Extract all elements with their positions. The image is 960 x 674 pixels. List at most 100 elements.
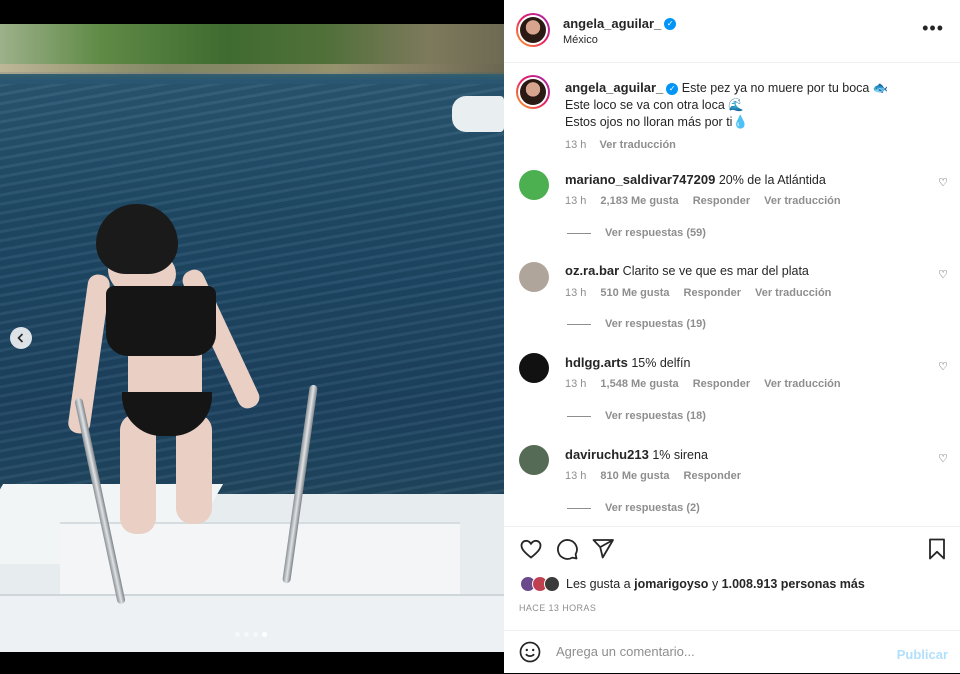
avatar-ring-inner [518,15,548,45]
caption-time[interactable]: 13 h [565,139,586,151]
view-replies-label: Ver respuestas (19) [605,318,706,330]
caption-avatar[interactable] [516,75,550,109]
caption-meta: 13 h Ver traducción [565,137,925,154]
view-replies-label: Ver respuestas (18) [605,410,706,422]
publish-button[interactable]: Publicar [897,647,948,662]
post-header: angela_aguilar_ ✓ México ••• [504,0,960,63]
translate-button[interactable]: Ver traducción [764,195,840,207]
comment-username[interactable]: oz.ra.bar [565,263,619,278]
carousel-dots [235,632,267,637]
translate-button[interactable]: Ver traducción [755,287,831,299]
hair [96,204,178,274]
comment-like-heart-icon[interactable]: ♡ [938,176,948,189]
header-avatar[interactable] [516,13,550,47]
comment-avatar[interactable] [519,353,549,383]
likes-count[interactable]: 1.008.913 personas más [722,577,865,591]
likes-prefix: Les gusta a [566,577,631,591]
more-options-icon[interactable]: ••• [922,18,944,39]
view-replies-button[interactable]: Ver respuestas (59) [567,227,706,239]
comment-time[interactable]: 13 h [565,195,586,207]
comment-likes[interactable]: 810 Me gusta [600,470,669,482]
view-replies-label: Ver respuestas (2) [605,502,700,514]
comment-meta: 13 h 810 Me gusta Responder [565,470,755,482]
post-actions: Les gusta a jomarigoyso y 1.008.913 pers… [504,526,960,631]
comment-bubble-icon[interactable] [555,537,579,567]
post-modal: angela_aguilar_ ✓ México ••• angela_aguil… [0,0,960,673]
caption-username[interactable]: angela_aguilar_ [565,80,663,95]
comment-text: oz.ra.bar Clarito se ve que es mar del p… [565,263,809,278]
comment-username[interactable]: hdlgg.arts [565,355,628,370]
comment-like-heart-icon[interactable]: ♡ [938,360,948,373]
carousel-dot [235,632,240,637]
comment-time[interactable]: 13 h [565,470,586,482]
comment-text: mariano_saldivar747209 20% de la Atlánti… [565,172,826,187]
avatar-image [520,79,546,105]
caption-translate[interactable]: Ver traducción [599,139,675,151]
comment-body: 1% sirena [652,448,708,462]
verified-icon: ✓ [664,17,677,30]
comment-body: Clarito se ve que es mar del plata [622,264,809,278]
post-photo[interactable] [0,24,504,652]
carousel-dot [244,632,249,637]
header-username[interactable]: angela_aguilar_ [563,16,661,31]
comment-likes[interactable]: 510 Me gusta [600,287,669,299]
comment-avatar[interactable] [519,445,549,475]
heart-icon [520,539,542,559]
avatar-ring-inner [518,77,548,107]
comment-meta: 13 h 510 Me gusta Responder Ver traducción [565,287,845,299]
post-media [0,0,504,673]
comment-avatar[interactable] [519,262,549,292]
comment-composer: Publicar [504,630,960,674]
comment-likes[interactable]: 1,548 Me gusta [600,378,678,390]
caption: angela_aguilar_ ✓ Este pez ya no muere po… [565,79,925,154]
liker-avatar [544,576,560,592]
comment-meta: 13 h 2,183 Me gusta Responder Ver traducció… [565,195,855,207]
carousel-dot [253,632,258,637]
comment-like-heart-icon[interactable]: ♡ [938,268,948,281]
liker-username[interactable]: jomarigoyso [634,577,708,591]
post-timestamp[interactable]: HACE 13 HORAS [519,603,596,613]
carousel-prev-button[interactable] [10,327,32,349]
comment-time[interactable]: 13 h [565,287,586,299]
reply-button[interactable]: Responder [693,195,750,207]
caption-line-2: Este loco se va con otra loca 🌊 [565,98,744,112]
caption-line-1: Este pez ya no muere por tu boca 🐟 [681,81,889,95]
verified-icon: ✓ [666,82,679,95]
view-replies-button[interactable]: Ver respuestas (2) [567,502,700,514]
translate-button[interactable]: Ver traducción [764,378,840,390]
view-replies-button[interactable]: Ver respuestas (18) [567,410,706,422]
reply-button[interactable]: Responder [684,287,741,299]
reply-button[interactable]: Responder [693,378,750,390]
caption-line-3: Estos ojos no lloran más por ti💧 [565,115,749,129]
emoji-icon[interactable] [518,640,542,670]
comment-time[interactable]: 13 h [565,378,586,390]
reply-button[interactable]: Responder [684,470,741,482]
view-replies-button[interactable]: Ver respuestas (19) [567,318,706,330]
paper-plane-icon [592,539,614,559]
comments-list[interactable]: angela_aguilar_ ✓ Este pez ya no muere po… [504,63,960,525]
smiley-icon [519,641,541,663]
carousel-dot-active [262,632,267,637]
save-bookmark-icon[interactable] [926,537,948,567]
avatar-image [520,17,546,43]
replies-line [567,507,591,509]
shoreline [0,64,504,74]
like-heart-icon[interactable] [519,537,543,567]
likes-connector: y [711,577,719,591]
comment-username[interactable]: mariano_saldivar747209 [565,172,715,187]
view-replies-label: Ver respuestas (59) [605,227,706,239]
water [0,84,504,524]
likes-summary: Les gusta a jomarigoyso y 1.008.913 pers… [520,576,865,592]
replies-line [567,232,591,234]
comment-avatar[interactable] [519,170,549,200]
comment-likes[interactable]: 2,183 Me gusta [600,195,678,207]
post-side-panel: angela_aguilar_ ✓ México ••• angela_aguil… [504,0,960,673]
comment-body: 20% de la Atlántida [718,173,826,187]
header-location[interactable]: México [563,34,598,46]
comment-username[interactable]: daviruchu213 [565,447,649,462]
comment-input[interactable] [554,643,888,660]
share-paper-plane-icon[interactable] [591,537,615,567]
caption-line: angela_aguilar_ ✓ Este pez ya no muere po… [565,79,925,97]
comment-like-heart-icon[interactable]: ♡ [938,452,948,465]
bookmark-icon [929,538,945,560]
